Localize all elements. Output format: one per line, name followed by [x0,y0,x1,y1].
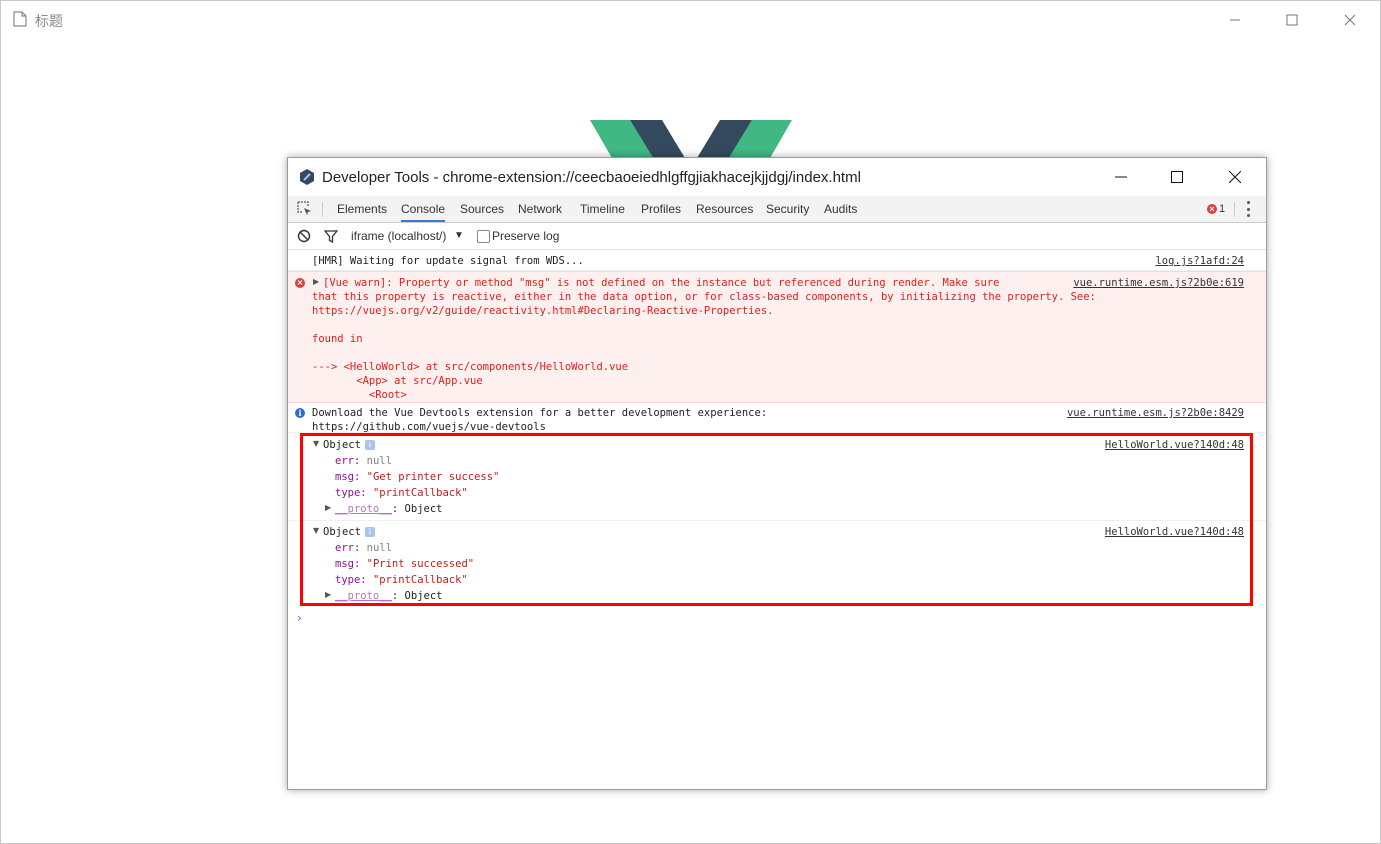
close-icon [1229,171,1241,183]
tab-timeline[interactable]: Timeline [580,196,625,222]
app-titlebar: 标题 [0,0,1381,40]
error-count-badge[interactable]: × 1 [1207,202,1225,216]
inspect-element-icon[interactable] [297,201,313,217]
tab-network[interactable]: Network [518,196,562,222]
console-message-error: × ▶ [Vue warn]: Property or method "msg"… [288,271,1266,403]
devtools-close-button[interactable] [1220,163,1250,191]
log-source-link[interactable]: log.js?1afd:24 [1155,254,1244,268]
tab-separator [322,202,323,217]
minimize-button[interactable] [1220,6,1250,34]
tab-separator [1234,202,1235,217]
maximize-icon [1171,171,1183,183]
filter-icon[interactable] [323,230,339,244]
error-icon: × [1207,204,1217,214]
tab-sources[interactable]: Sources [460,196,504,222]
tab-resources[interactable]: Resources [696,196,753,222]
highlight-annotation-box [300,433,1253,606]
preserve-log-checkbox[interactable] [477,230,490,243]
tab-elements[interactable]: Elements [337,196,387,222]
maximize-button[interactable] [1277,6,1307,34]
vue-warn-text: [Vue warn]: Property or method "msg" is … [312,277,1096,401]
minimize-icon [1115,176,1127,178]
app-title: 标题 [35,13,63,29]
more-options-icon[interactable] [1246,201,1250,217]
console-message-log: [HMR] Waiting for update signal from WDS… [288,250,1266,271]
vue-logo [590,120,792,160]
tab-console[interactable]: Console [401,196,446,222]
info-icon: i [295,408,305,418]
devtools-title: Developer Tools - chrome-extension://cee… [322,169,861,186]
devtools-minimize-button[interactable] [1106,163,1136,191]
info-message-text: Download the Vue Devtools extension for … [312,407,768,433]
devtools-app-icon [298,168,316,186]
close-button[interactable] [1335,6,1365,34]
error-icon: × [295,278,305,288]
close-icon [1344,14,1356,26]
log-message-text: [HMR] Waiting for update signal from WDS… [312,255,584,267]
tab-profiles[interactable]: Profiles [641,196,681,222]
tab-security[interactable]: Security [766,196,809,222]
devtools-window: Developer Tools - chrome-extension://cee… [287,157,1267,790]
tab-audits[interactable]: Audits [824,196,857,222]
chevron-down-icon[interactable]: ▼ [454,223,464,249]
vue-warn-source-link[interactable]: vue.runtime.esm.js?2b0e:619 [1073,276,1244,290]
preserve-log-label: Preserve log [492,229,560,243]
clear-console-icon[interactable] [297,229,311,243]
console-prompt[interactable]: › [297,611,302,625]
devtools-tabbar: Elements Console Sources Network Timelin… [288,196,1266,223]
console-filterbar: iframe (localhost/) ▼ Preserve log [288,223,1266,250]
error-count: 1 [1219,203,1226,215]
document-icon [13,11,27,27]
console-panel: [HMR] Waiting for update signal from WDS… [288,250,1266,789]
console-message-info: i Download the Vue Devtools extension fo… [288,402,1266,433]
context-selector[interactable]: iframe (localhost/) [351,223,446,249]
info-source-link[interactable]: vue.runtime.esm.js?2b0e:8429 [1067,406,1244,420]
maximize-icon [1286,14,1298,26]
devtools-titlebar: Developer Tools - chrome-extension://cee… [288,158,1266,196]
minimize-icon [1230,19,1240,21]
devtools-maximize-button[interactable] [1162,163,1192,191]
